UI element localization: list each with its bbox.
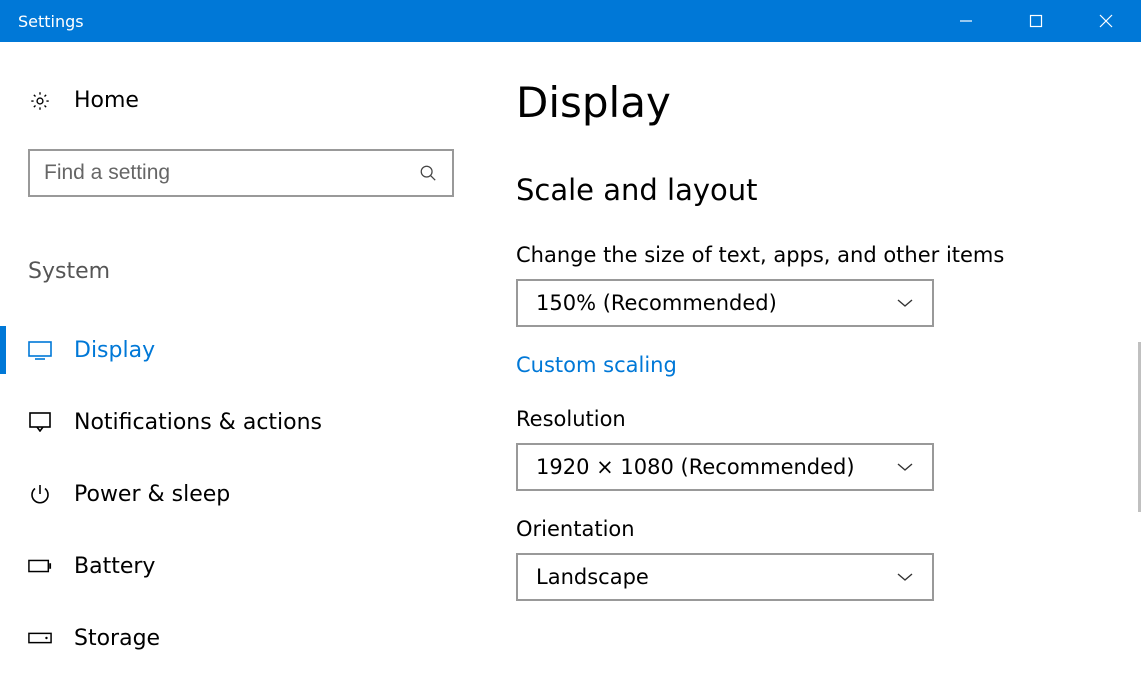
orientation-label: Orientation (516, 517, 1141, 541)
minimize-icon (959, 14, 973, 28)
sidebar-item-storage[interactable]: Storage (0, 602, 480, 674)
power-icon (28, 483, 52, 505)
search-input[interactable] (44, 161, 418, 185)
sidebar-item-power[interactable]: Power & sleep (0, 458, 480, 530)
sidebar-item-label: Storage (74, 626, 160, 651)
resolution-value: 1920 × 1080 (Recommended) (536, 455, 855, 479)
search-icon (418, 164, 438, 182)
scale-dropdown[interactable]: 150% (Recommended) (516, 279, 934, 327)
window-title: Settings (0, 12, 84, 31)
titlebar: Settings (0, 0, 1141, 42)
section-title: Scale and layout (516, 173, 1141, 207)
chevron-down-icon (896, 462, 914, 472)
maximize-icon (1029, 14, 1043, 28)
sidebar-home[interactable]: Home (0, 88, 480, 113)
battery-icon (28, 559, 52, 573)
chevron-down-icon (896, 572, 914, 582)
sidebar: Home System Display (0, 42, 480, 655)
scale-value: 150% (Recommended) (536, 291, 777, 315)
sidebar-item-battery[interactable]: Battery (0, 530, 480, 602)
page-title: Display (516, 78, 1141, 127)
display-icon (28, 340, 52, 360)
sidebar-item-label: Power & sleep (74, 482, 230, 507)
orientation-dropdown[interactable]: Landscape (516, 553, 934, 601)
sidebar-item-label: Display (74, 338, 155, 363)
storage-icon (28, 632, 52, 644)
chevron-down-icon (896, 298, 914, 308)
sidebar-item-notifications[interactable]: Notifications & actions (0, 386, 480, 458)
sidebar-item-display[interactable]: Display (0, 314, 480, 386)
minimize-button[interactable] (931, 0, 1001, 42)
search-box[interactable] (28, 149, 454, 197)
maximize-button[interactable] (1001, 0, 1071, 42)
resolution-dropdown[interactable]: 1920 × 1080 (Recommended) (516, 443, 934, 491)
gear-icon (28, 90, 52, 112)
main-panel: Display Scale and layout Change the size… (480, 42, 1141, 655)
content: Home System Display (0, 42, 1141, 655)
window-controls (931, 0, 1141, 42)
sidebar-item-label: Notifications & actions (74, 410, 322, 435)
custom-scaling-link[interactable]: Custom scaling (516, 353, 677, 377)
sidebar-nav: Display Notifications & actions (0, 314, 480, 674)
close-button[interactable] (1071, 0, 1141, 42)
resolution-label: Resolution (516, 407, 1141, 431)
sidebar-category: System (0, 259, 480, 284)
orientation-value: Landscape (536, 565, 649, 589)
notifications-icon (28, 412, 52, 432)
close-icon (1099, 14, 1113, 28)
sidebar-home-label: Home (74, 88, 139, 113)
sidebar-item-label: Battery (74, 554, 155, 579)
scale-label: Change the size of text, apps, and other… (516, 243, 1141, 267)
